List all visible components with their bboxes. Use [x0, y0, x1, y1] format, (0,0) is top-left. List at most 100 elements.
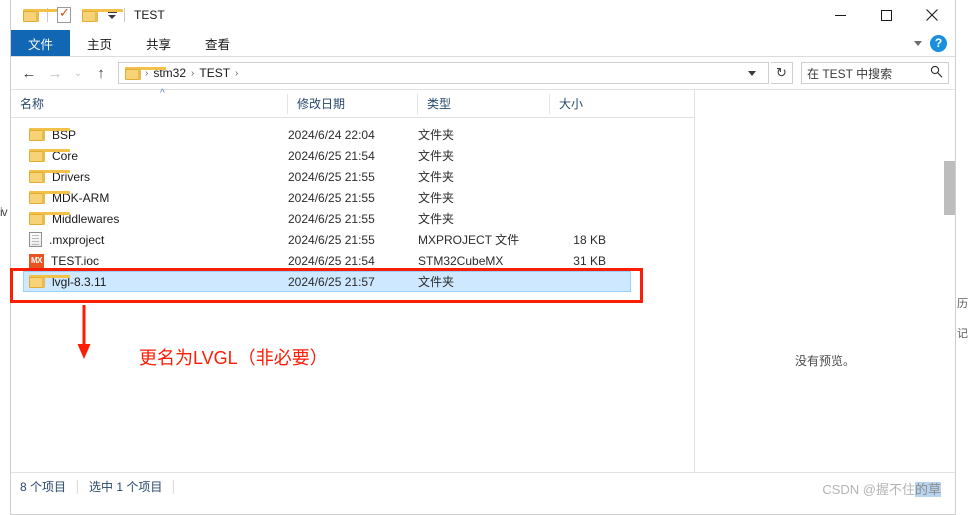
vertical-scrollbar[interactable] [944, 121, 955, 451]
content-area: 名称 ^ 修改日期 类型 大小 BSP 2024/6/24 22:04 文件夹 … [11, 88, 955, 472]
address-bar: ← → ⌄ ↑ › stm32 › TEST › ↻ 在 TEST 中搜索 [11, 57, 955, 89]
close-button[interactable] [909, 0, 955, 30]
breadcrumb-item-test[interactable]: TEST [195, 66, 234, 80]
window-title: TEST [134, 8, 165, 22]
row-name-cell: .mxproject [11, 232, 288, 247]
row-date-cell: 2024/6/25 21:54 [288, 148, 375, 163]
back-button[interactable]: ← [17, 61, 41, 85]
breadcrumb-folder-icon [125, 66, 166, 80]
annotation-arrow-icon [77, 305, 91, 359]
cubemx-ioc-file-icon: MX [29, 253, 44, 268]
file-explorer-window: TEST 文件 主页 共享 查看 ? ← → ⌄ ↑ [10, 0, 956, 515]
folder-icon [29, 191, 70, 204]
tab-share[interactable]: 共享 [129, 30, 188, 56]
csdn-watermark: CSDN @握不住的草 [822, 479, 941, 498]
qat-customize-button[interactable] [103, 11, 121, 19]
table-row[interactable]: BSP 2024/6/24 22:04 文件夹 [11, 124, 694, 145]
search-icon[interactable] [930, 65, 943, 81]
up-button[interactable]: ↑ [89, 61, 113, 85]
row-name-cell: Middlewares [11, 212, 288, 226]
tab-view[interactable]: 查看 [188, 30, 247, 56]
row-date-cell: 2024/6/24 22:04 [288, 127, 375, 142]
status-item-selected: 选中 1 个项目 [89, 480, 175, 494]
window-controls [817, 0, 955, 30]
watermark-highlight: 的草 [914, 482, 941, 497]
status-item-count: 8 个项目 [20, 480, 79, 494]
row-type-cell: MXPROJECT 文件 [418, 233, 520, 247]
tab-share-label: 共享 [146, 37, 172, 52]
folder-icon [23, 8, 64, 22]
row-type-cell: 文件夹 [418, 170, 455, 184]
maximize-button[interactable] [863, 0, 909, 30]
ribbon-tab-bar: 文件 主页 共享 查看 ? [11, 30, 955, 57]
row-date-cell: 2024/6/25 21:55 [288, 169, 375, 184]
refresh-button[interactable]: ↻ [771, 62, 793, 84]
column-header-date[interactable]: 修改日期 [288, 93, 418, 114]
qat-new-folder-icon[interactable] [77, 2, 123, 28]
background-right-text-2: 记 [957, 328, 968, 340]
row-name-label: .mxproject [49, 232, 105, 247]
scrollbar-thumb[interactable] [944, 161, 955, 215]
row-name-cell: Core [11, 149, 288, 163]
forward-button: → [47, 64, 63, 82]
minimize-button[interactable] [817, 0, 863, 30]
ribbon-right-controls: ? [914, 30, 955, 56]
tab-view-label: 查看 [205, 37, 231, 52]
tab-home-label: 主页 [87, 37, 113, 52]
row-date-cell: 2024/6/25 21:57 [288, 274, 375, 289]
qat-folder-icon[interactable] [18, 2, 64, 28]
row-type-cell: 文件夹 [418, 191, 455, 205]
folder-icon [29, 275, 70, 288]
new-folder-icon [82, 8, 123, 22]
search-box[interactable]: 在 TEST 中搜索 [801, 62, 949, 84]
annotation-label: 更名为LVGL（非必要） [139, 348, 328, 368]
row-name-cell: BSP [11, 128, 288, 142]
recent-locations-button[interactable]: ⌄ [69, 61, 87, 85]
row-date-cell: 2024/6/25 21:55 [288, 232, 375, 247]
row-size-cell: 31 KB [573, 253, 606, 268]
mxproject-file-icon [29, 232, 42, 247]
tab-file[interactable]: 文件 [11, 30, 71, 56]
table-row[interactable]: Core 2024/6/25 21:54 文件夹 [11, 145, 694, 166]
row-date-cell: 2024/6/25 21:54 [288, 253, 375, 268]
row-name-cell: MDK-ARM [11, 191, 288, 205]
column-header-size[interactable]: 大小 [550, 94, 630, 114]
preview-pane: 没有预览。 [695, 90, 955, 472]
table-row[interactable]: MX TEST.ioc 2024/6/25 21:54 STM32CubeMX … [11, 250, 694, 271]
row-type-cell: 文件夹 [418, 149, 455, 163]
search-input[interactable]: 在 TEST 中搜索 [807, 65, 930, 82]
column-header-name-label: 名称 [20, 97, 45, 111]
row-size-cell: 18 KB [573, 232, 606, 247]
sort-ascending-icon: ^ [160, 87, 165, 99]
table-row-selected[interactable]: lvgl-8.3.11 2024/6/25 21:57 文件夹 [11, 271, 694, 292]
table-row[interactable]: .mxproject 2024/6/25 21:55 MXPROJECT 文件 … [11, 229, 694, 250]
file-rows-container: BSP 2024/6/24 22:04 文件夹 Core 2024/6/25 2… [11, 118, 694, 292]
chevron-down-icon[interactable] [914, 40, 922, 46]
column-header-name[interactable]: 名称 ^ [11, 88, 288, 114]
row-type-cell: 文件夹 [418, 128, 455, 142]
row-name-cell: MX TEST.ioc [11, 253, 288, 268]
qat-properties-icon[interactable] [51, 2, 77, 28]
chevron-down-icon [108, 14, 116, 19]
title-bar: TEST [11, 0, 955, 30]
column-header-size-label: 大小 [559, 97, 584, 111]
tab-home[interactable]: 主页 [70, 30, 129, 56]
column-header-date-label: 修改日期 [297, 97, 346, 111]
table-row[interactable]: Middlewares 2024/6/25 21:55 文件夹 [11, 208, 694, 229]
row-type-cell: 文件夹 [418, 212, 455, 226]
row-type-cell: STM32CubeMX [418, 253, 504, 268]
address-dropdown-icon[interactable] [748, 70, 756, 76]
table-row[interactable]: Drivers 2024/6/25 21:55 文件夹 [11, 166, 694, 187]
column-header-type[interactable]: 类型 [418, 93, 550, 114]
folder-icon [29, 212, 70, 225]
breadcrumb-right [740, 70, 764, 76]
table-row[interactable]: MDK-ARM 2024/6/25 21:55 文件夹 [11, 187, 694, 208]
help-icon[interactable]: ? [930, 34, 947, 52]
folder-icon [29, 128, 70, 141]
breadcrumb-separator-2[interactable]: › [234, 68, 239, 79]
background-right-text-1: 历 [957, 298, 968, 310]
breadcrumb[interactable]: › stm32 › TEST › [118, 62, 769, 84]
row-type-cell: 文件夹 [418, 275, 455, 289]
row-date-cell: 2024/6/25 21:55 [288, 211, 375, 226]
qat-divider-2 [124, 8, 125, 22]
